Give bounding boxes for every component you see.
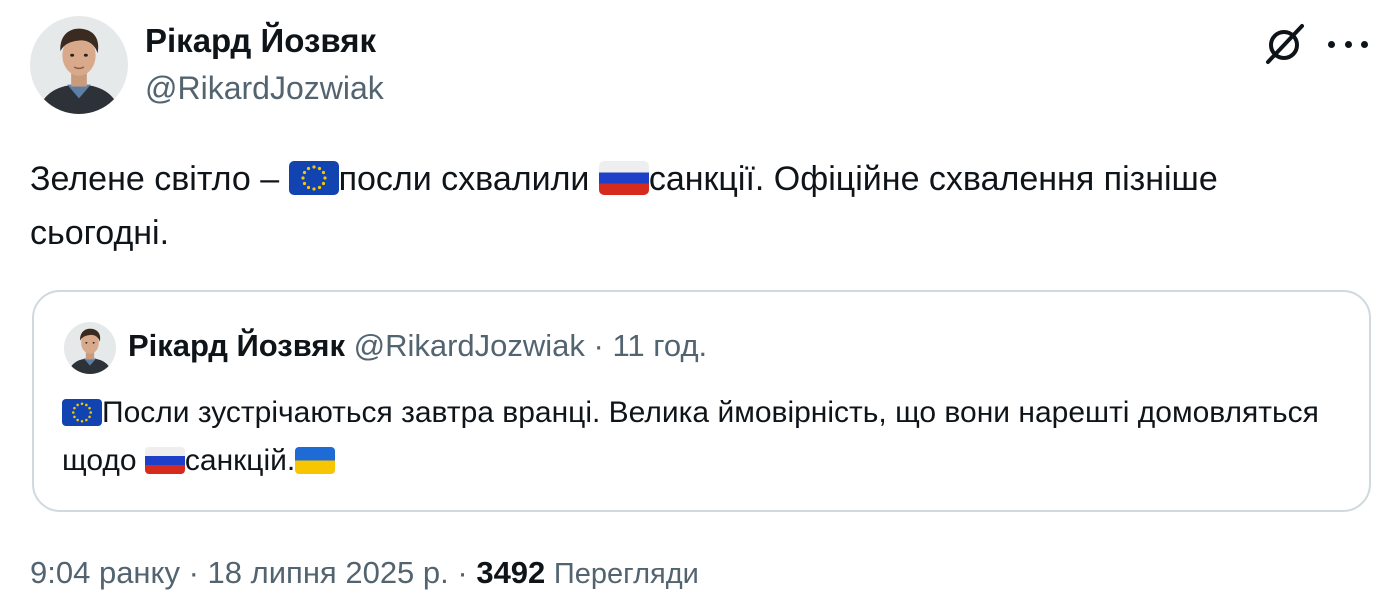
views-label: Перегляди xyxy=(553,558,699,590)
quote-author-handle[interactable]: @RikardJozwiak xyxy=(354,328,585,363)
author-name[interactable]: Рікард Йозвяк xyxy=(145,22,376,60)
quote-text: Посли зустрічаються завтра вранці. Велик… xyxy=(62,389,1352,485)
ukraine-flag-icon xyxy=(295,447,336,474)
eu-flag-icon xyxy=(62,399,102,426)
quote-author-avatar[interactable] xyxy=(64,322,116,374)
tweet-time[interactable]: 9:04 ранку xyxy=(30,555,180,590)
quote-time[interactable]: 11 год. xyxy=(612,328,707,363)
quote-header: Рікард Йозвяк @RikardJozwiak · 11 год. xyxy=(128,328,707,364)
russia-flag-icon xyxy=(598,161,649,195)
grok-icon[interactable] xyxy=(1262,22,1308,66)
quote-author-name[interactable]: Рікард Йозвяк xyxy=(128,328,345,363)
tweet-date[interactable]: 18 липня 2025 р. xyxy=(208,555,449,590)
russia-flag-icon xyxy=(144,447,185,474)
more-dot xyxy=(1344,40,1352,48)
quoted-tweet-card[interactable]: Рікард Йозвяк @RikardJozwiak · 11 год. П… xyxy=(32,290,1371,512)
more-dot xyxy=(1328,40,1335,48)
footer-separator: · xyxy=(448,555,477,590)
more-options-icon[interactable] xyxy=(1328,26,1368,62)
tweet-text-part2: посли схвалили xyxy=(338,160,599,198)
quote-separator: · xyxy=(584,328,613,363)
more-dot xyxy=(1361,40,1368,48)
quote-text-part2: санкцій. xyxy=(184,444,296,477)
eu-flag-icon xyxy=(288,161,339,195)
tweet-footer: 9:04 ранку · 18 липня 2025 р. · 3492 Пер… xyxy=(30,555,699,591)
author-avatar[interactable] xyxy=(30,16,128,114)
tweet-text: Зелене світло – посли схвалили санкції. … xyxy=(30,152,1360,260)
tweet-text-part1: Зелене світло – xyxy=(30,160,289,198)
author-handle[interactable]: @RikardJozwiak xyxy=(145,70,384,107)
views-count: 3492 xyxy=(476,555,546,590)
footer-separator: · xyxy=(179,555,208,590)
